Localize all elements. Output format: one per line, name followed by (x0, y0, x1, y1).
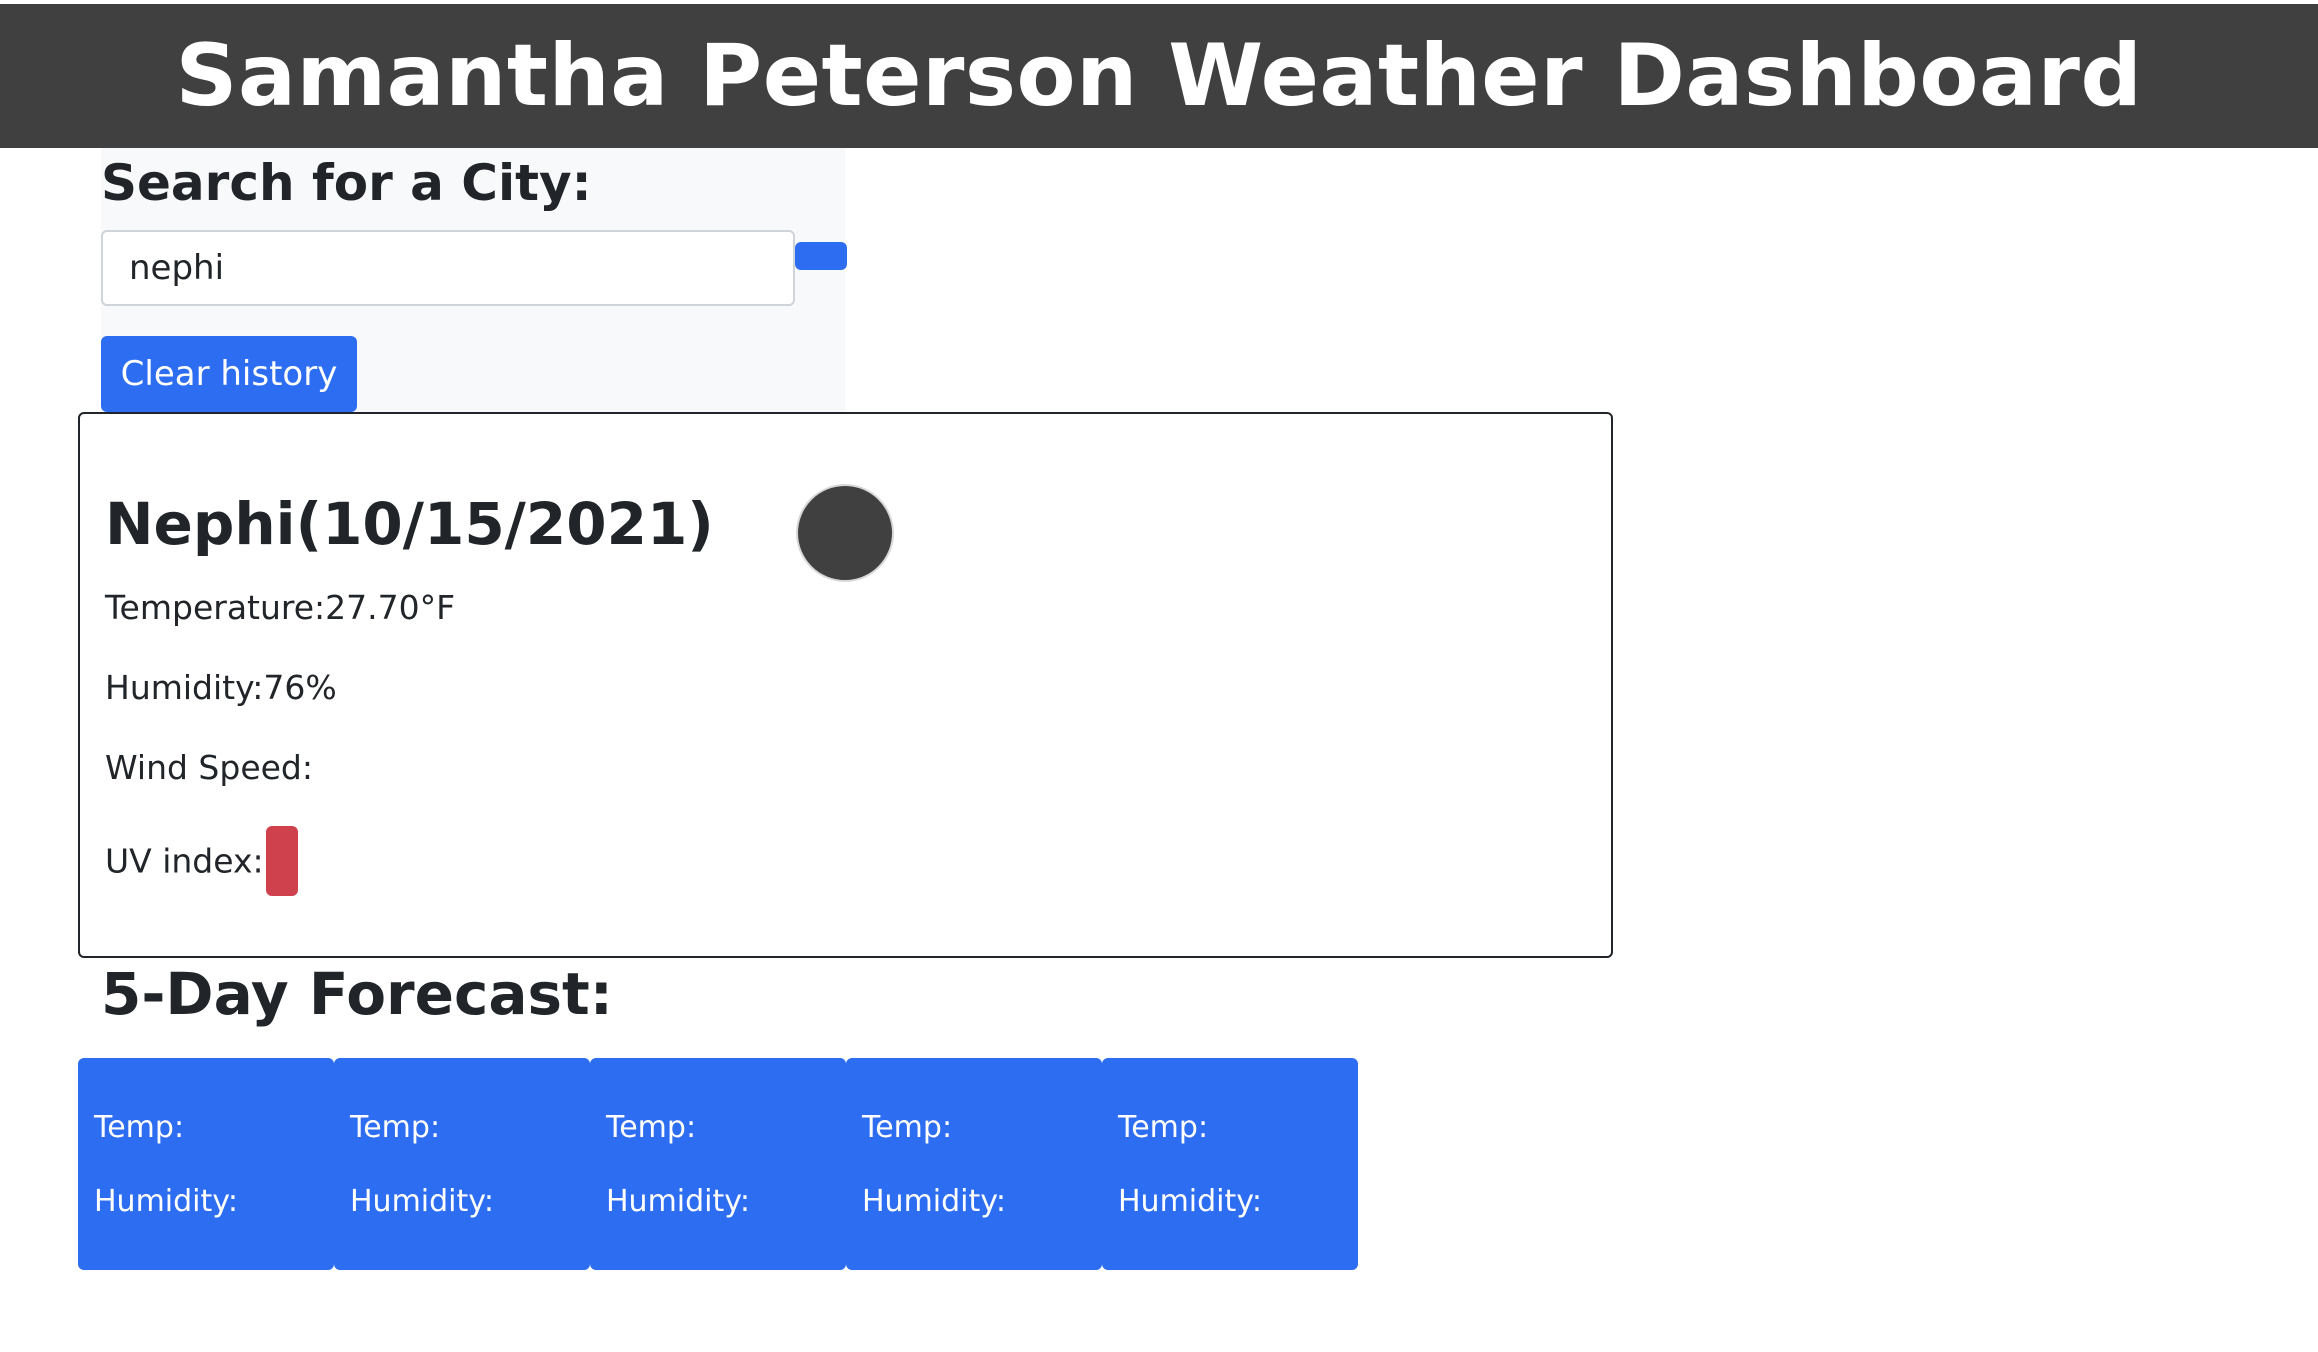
forecast-humidity: Humidity: (862, 1184, 1006, 1219)
uv-index-label: UV index: (105, 841, 264, 881)
page-header: Samantha Peterson Weather Dashboard (0, 4, 2318, 148)
temperature-text: Temperature:27.70°F (105, 588, 456, 627)
search-button[interactable] (795, 242, 847, 270)
forecast-row: Temp: Humidity: Temp: Humidity: Temp: Hu… (78, 1058, 1358, 1270)
forecast-humidity: Humidity: (1118, 1184, 1262, 1219)
humidity-text: Humidity:76% (105, 668, 337, 707)
forecast-temp: Temp: (350, 1110, 441, 1145)
forecast-temp: Temp: (94, 1110, 185, 1145)
uv-index-badge (265, 826, 298, 896)
forecast-temp: Temp: (1118, 1110, 1209, 1145)
uv-index-line: UV index: (105, 826, 298, 898)
forecast-humidity: Humidity: (350, 1184, 494, 1219)
forecast-temp: Temp: (606, 1110, 697, 1145)
weather-icon (796, 484, 894, 582)
forecast-card: Temp: Humidity: (846, 1058, 1102, 1270)
search-title: Search for a City: (101, 154, 592, 212)
current-weather-card: Nephi(10/15/2021) Temperature:27.70°F Hu… (78, 412, 1613, 958)
clear-history-button[interactable]: Clear history (101, 336, 357, 412)
page-title: Samantha Peterson Weather Dashboard (175, 26, 2143, 126)
weather-dashboard-page: Samantha Peterson Weather Dashboard Sear… (0, 0, 2318, 1352)
search-panel: Search for a City: Clear history (101, 148, 847, 412)
city-date-title: Nephi(10/15/2021) (105, 490, 714, 558)
wind-speed-text: Wind Speed: (105, 748, 313, 787)
forecast-title: 5-Day Forecast: (101, 960, 613, 1028)
forecast-card: Temp: Humidity: (334, 1058, 590, 1270)
forecast-card: Temp: Humidity: (590, 1058, 846, 1270)
forecast-humidity: Humidity: (94, 1184, 238, 1219)
city-search-input[interactable] (101, 230, 795, 306)
forecast-temp: Temp: (862, 1110, 953, 1145)
forecast-card: Temp: Humidity: (78, 1058, 334, 1270)
forecast-card: Temp: Humidity: (1102, 1058, 1358, 1270)
forecast-humidity: Humidity: (606, 1184, 750, 1219)
